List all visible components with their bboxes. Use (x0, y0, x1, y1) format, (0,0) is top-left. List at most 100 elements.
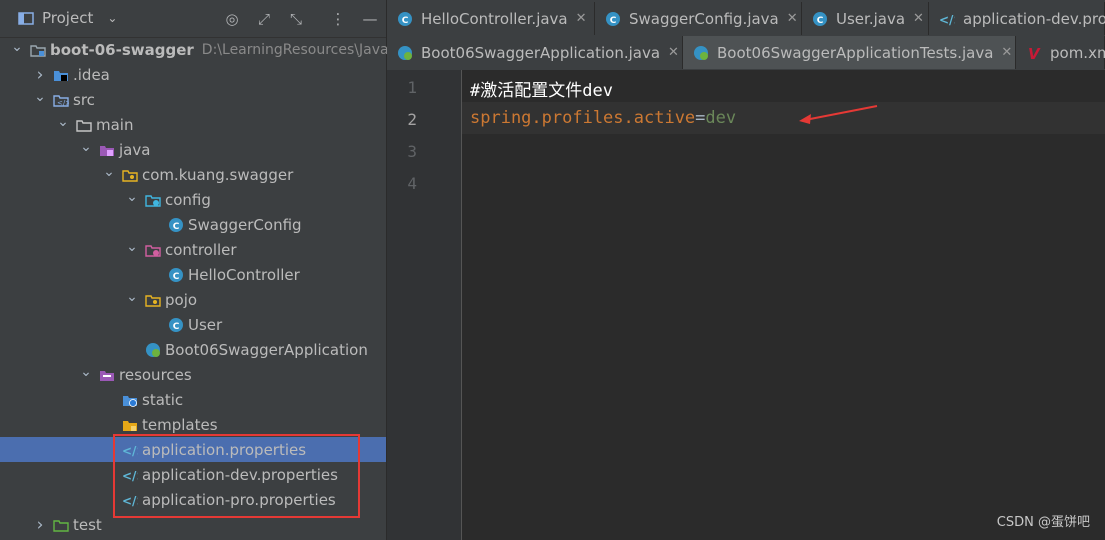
test-folder-icon (53, 517, 69, 533)
maven-icon: V (1026, 45, 1042, 61)
chevron-down-icon[interactable]: ⌄ (79, 139, 93, 155)
tree-item[interactable]: ⌄ </> src (0, 87, 386, 112)
tree-item[interactable]: C SwaggerConfig (0, 212, 386, 237)
chevron-down-icon[interactable]: ⌄ (125, 189, 139, 205)
editor-tab[interactable]: C SwaggerConfig.java ✕ (595, 2, 802, 35)
editor-tab[interactable]: Boot06SwaggerApplication.java ✕ (387, 36, 683, 69)
project-view-selector[interactable]: Project ⌄ (18, 9, 117, 27)
class-icon: C (168, 267, 184, 283)
tree-item-label: HelloController (188, 265, 300, 284)
web-folder-icon (122, 392, 138, 408)
collapse-all-icon[interactable]: ⤡ (286, 9, 306, 29)
line-number-gutter: 1 2 3 4 (387, 70, 462, 540)
tree-item-label: config (165, 190, 211, 209)
tree-item[interactable]: static (0, 387, 386, 412)
tree-item[interactable]: Boot06SwaggerApplication (0, 337, 386, 362)
resources-folder-icon (99, 367, 115, 383)
chevron-down-icon[interactable]: ⌄ (33, 89, 47, 105)
package-icon (122, 167, 138, 183)
tree-item[interactable]: ⌄ boot-06-swagger D:\LearningResources\Jav… (0, 37, 389, 62)
code-editor[interactable]: #激活配置文件dev spring.profiles.active=dev CS… (462, 70, 1105, 540)
close-icon[interactable]: ✕ (576, 11, 587, 26)
spring-boot-class-icon (693, 45, 709, 61)
tab-label: SwaggerConfig.java (629, 9, 779, 28)
svg-text:V: V (1028, 45, 1041, 61)
controller-package-icon (145, 242, 161, 258)
config-package-icon (145, 192, 161, 208)
editor-tab[interactable]: C HelloController.java ✕ (387, 2, 595, 35)
project-path: D:\LearningResources\Java (201, 41, 389, 58)
property-equals: = (695, 108, 706, 128)
java-source-folder-icon (99, 142, 115, 158)
tree-item[interactable]: C User (0, 312, 386, 337)
tab-label: Boot06SwaggerApplicationTests.java (717, 43, 994, 62)
folder-icon (76, 117, 92, 133)
tree-item[interactable]: ⌄ pojo (0, 287, 386, 312)
tab-label: Boot06SwaggerApplication.java (421, 43, 661, 62)
code-line-property: spring.profiles.active=dev (470, 108, 736, 128)
project-panel-title: Project (42, 9, 94, 27)
tree-item[interactable]: ⌄ java (0, 137, 386, 162)
project-folder-icon (18, 10, 34, 26)
tree-item[interactable]: ⌄ config (0, 187, 386, 212)
expand-all-icon[interactable]: ⤢ (254, 9, 274, 29)
svg-text:C: C (173, 272, 180, 282)
editor-tab[interactable]: Boot06SwaggerApplicationTests.java ✕ (683, 36, 1016, 69)
chevron-down-icon[interactable]: ⌄ (79, 364, 93, 380)
chevron-down-icon[interactable]: ⌄ (125, 289, 139, 305)
close-icon[interactable]: ✕ (668, 45, 679, 60)
chevron-down-icon: ⌄ (107, 11, 118, 25)
svg-text:</>: </> (57, 99, 69, 107)
chevron-right-icon[interactable]: › (33, 65, 47, 85)
line-number: 2 (407, 110, 417, 129)
close-icon[interactable]: ✕ (913, 11, 924, 26)
minimize-icon[interactable]: — (360, 9, 380, 29)
property-value: dev (705, 108, 737, 128)
code-line-comment: #激活配置文件dev (470, 81, 613, 101)
chevron-right-icon[interactable]: › (33, 515, 47, 535)
tree-item-label: Boot06SwaggerApplication (165, 340, 368, 359)
project-panel: Project ⌄ ◎ ⤢ ⤡ ⋮ — ⌄ boot-06-swagger D:\L… (0, 0, 389, 540)
tree-item[interactable]: ⌄ controller (0, 237, 386, 262)
tree-item[interactable]: C HelloController (0, 262, 386, 287)
tree-item-label: src (73, 90, 95, 109)
tree-item-label: .idea (73, 65, 110, 84)
tree-item[interactable]: ⌄ resources (0, 362, 386, 387)
close-icon[interactable]: ✕ (787, 11, 798, 26)
svg-text:C: C (610, 16, 617, 26)
class-icon: C (168, 217, 184, 233)
properties-file-icon: </> (939, 11, 955, 27)
more-options-icon[interactable]: ⋮ (328, 9, 348, 29)
chevron-down-icon[interactable]: ⌄ (102, 164, 116, 180)
target-icon[interactable]: ◎ (222, 9, 242, 29)
editor-tab[interactable]: </> application-dev.pro (929, 2, 1105, 35)
chevron-down-icon[interactable]: ⌄ (125, 239, 139, 255)
editor-tabs: C HelloController.java ✕ C SwaggerConfig.jav… (387, 0, 1105, 70)
line-number: 3 (407, 142, 417, 161)
editor-tab[interactable]: C User.java ✕ (802, 2, 929, 35)
tree-item[interactable]: ⌄ com.kuang.swagger (0, 162, 386, 187)
project-panel-header: Project ⌄ ◎ ⤢ ⤡ ⋮ — (0, 0, 386, 38)
chevron-down-icon[interactable]: ⌄ (10, 39, 24, 55)
close-icon[interactable]: ✕ (1001, 45, 1012, 60)
tree-item-label: SwaggerConfig (188, 215, 302, 234)
idea-folder-icon (53, 67, 69, 83)
package-icon (145, 292, 161, 308)
property-key: spring.profiles.active (470, 108, 696, 128)
line-number: 1 (407, 78, 417, 97)
tree-item[interactable]: › .idea (0, 62, 386, 87)
tree-item[interactable]: ⌄ main (0, 112, 386, 137)
tree-item-label: main (96, 115, 134, 134)
chevron-down-icon[interactable]: ⌄ (56, 114, 70, 130)
svg-text:C: C (402, 16, 409, 26)
editor-tab[interactable]: Vpom.xm (1016, 36, 1105, 69)
svg-text:C: C (173, 222, 180, 232)
red-arrow-annotation (799, 105, 878, 124)
svg-text:C: C (173, 322, 180, 332)
class-icon: C (812, 11, 828, 27)
